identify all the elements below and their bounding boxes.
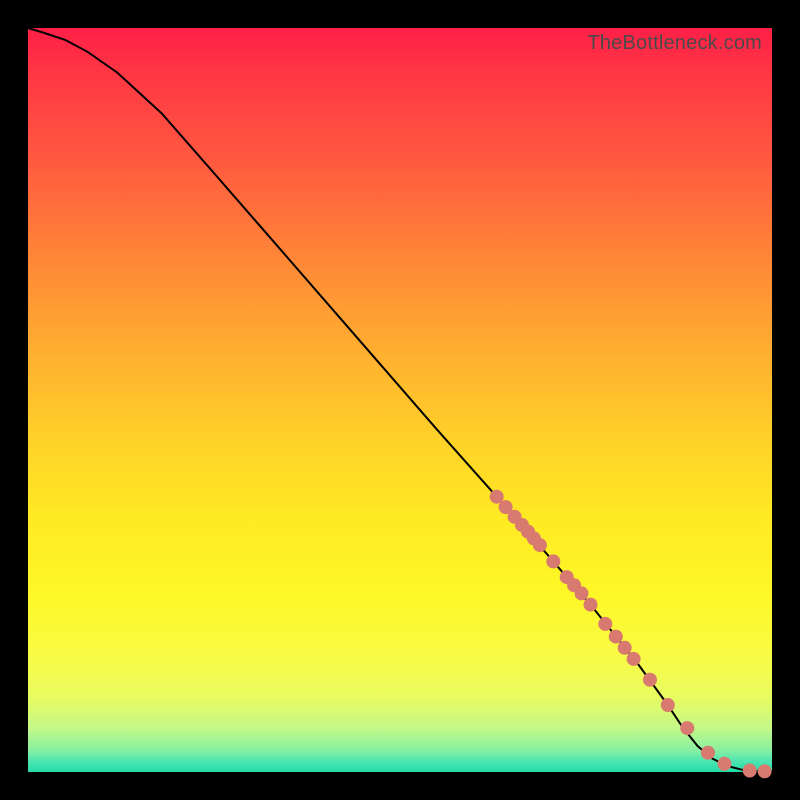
- marker-point: [627, 652, 641, 666]
- marker-point: [743, 764, 757, 778]
- marker-point: [643, 673, 657, 687]
- marker-point: [717, 757, 731, 771]
- marker-point: [584, 598, 598, 612]
- marker-point: [618, 641, 632, 655]
- curve-svg: [28, 28, 772, 772]
- plot-area: TheBottleneck.com: [28, 28, 772, 772]
- marker-point: [609, 630, 623, 644]
- bottleneck-curve: [28, 28, 772, 771]
- marker-point: [680, 721, 694, 735]
- marker-point: [598, 617, 612, 631]
- marker-point: [701, 746, 715, 760]
- chart-frame: TheBottleneck.com: [0, 0, 800, 800]
- marker-point: [758, 764, 772, 778]
- marker-point: [661, 698, 675, 712]
- marker-point: [575, 586, 589, 600]
- marker-point: [533, 538, 547, 552]
- marker-point: [546, 554, 560, 568]
- marker-group: [490, 490, 772, 779]
